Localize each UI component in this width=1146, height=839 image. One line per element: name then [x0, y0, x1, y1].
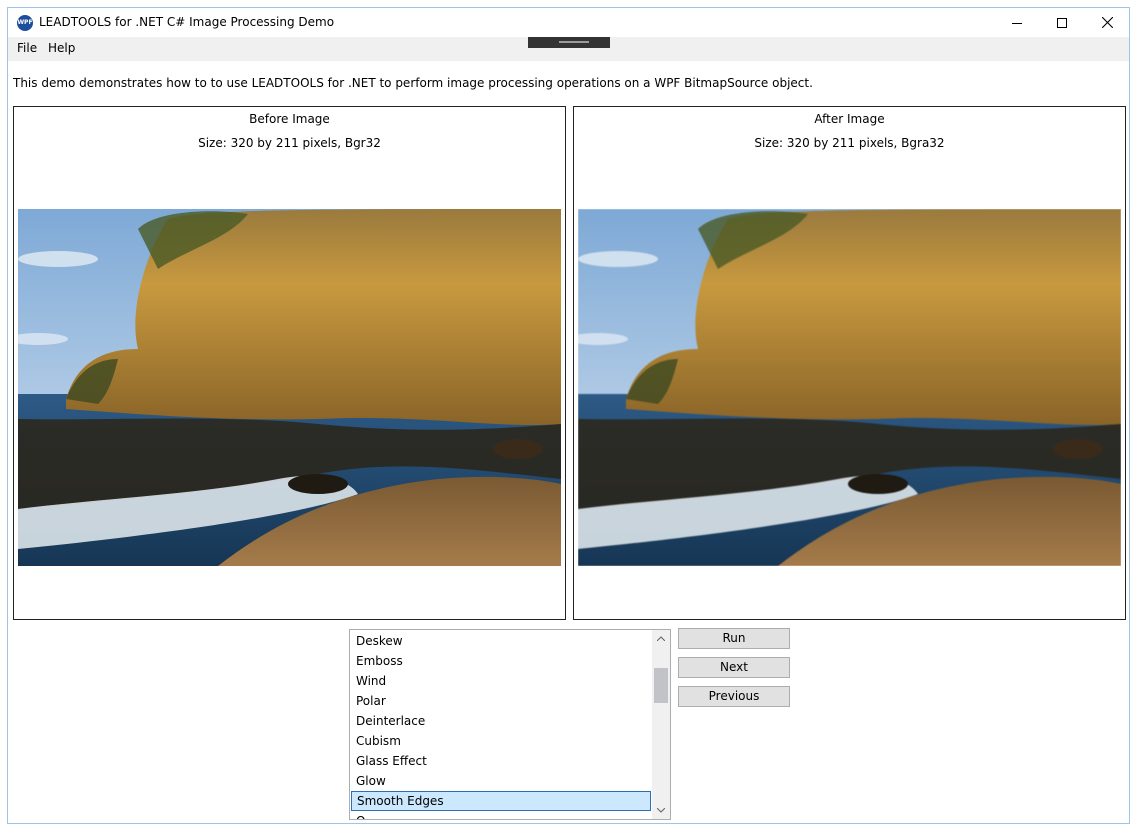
list-item-cubism[interactable]: Cubism	[350, 731, 652, 751]
list-item-deskew[interactable]: Deskew	[350, 631, 652, 651]
maximize-button[interactable]	[1039, 8, 1085, 37]
demo-description: This demo demonstrates how to to use LEA…	[13, 76, 813, 90]
close-button[interactable]	[1084, 8, 1129, 37]
window-title: LEADTOOLS for .NET C# Image Processing D…	[39, 15, 335, 29]
list-item-partial[interactable]: O...	[350, 811, 652, 819]
operations-listbox[interactable]: Deskew Emboss Wind Polar Deinterlace Cub…	[349, 629, 671, 820]
toolbar-grip-handle[interactable]	[528, 37, 610, 48]
list-item-wind[interactable]: Wind	[350, 671, 652, 691]
title-bar[interactable]: WPF LEADTOOLS for .NET C# Image Processi…	[8, 8, 1129, 37]
chevron-up-icon	[657, 636, 665, 641]
list-item-glass-effect[interactable]: Glass Effect	[350, 751, 652, 771]
scroll-down-button[interactable]	[652, 802, 670, 819]
wpf-app-icon: WPF	[17, 15, 33, 31]
after-image	[578, 209, 1121, 566]
next-button[interactable]: Next	[678, 657, 790, 678]
list-item-glow[interactable]: Glow	[350, 771, 652, 791]
scroll-thumb[interactable]	[654, 668, 668, 703]
list-item-deinterlace[interactable]: Deinterlace	[350, 711, 652, 731]
list-item-smooth-edges[interactable]: Smooth Edges	[351, 791, 651, 811]
app-window: WPF LEADTOOLS for .NET C# Image Processi…	[7, 7, 1130, 824]
chevron-down-icon	[657, 808, 665, 813]
list-item-emboss[interactable]: Emboss	[350, 651, 652, 671]
before-image-size: Size: 320 by 211 pixels, Bgr32	[198, 136, 381, 150]
previous-button[interactable]: Previous	[678, 686, 790, 707]
after-image-panel: After Image Size: 320 by 211 pixels, Bgr…	[573, 106, 1126, 620]
listbox-scrollbar[interactable]	[652, 630, 670, 819]
list-item-polar[interactable]: Polar	[350, 691, 652, 711]
after-image-size: Size: 320 by 211 pixels, Bgra32	[754, 136, 945, 150]
before-image-title: Before Image	[249, 112, 330, 126]
before-image	[18, 209, 561, 566]
maximize-icon	[1057, 17, 1067, 28]
menu-file[interactable]: File	[17, 41, 37, 55]
after-image-title: After Image	[814, 112, 885, 126]
menu-help[interactable]: Help	[48, 41, 75, 55]
close-icon	[1101, 17, 1113, 28]
minimize-icon	[1012, 22, 1022, 24]
minimize-button[interactable]	[994, 8, 1040, 37]
scroll-up-button[interactable]	[652, 630, 670, 647]
before-image-panel: Before Image Size: 320 by 211 pixels, Bg…	[13, 106, 566, 620]
run-button[interactable]: Run	[678, 628, 790, 649]
